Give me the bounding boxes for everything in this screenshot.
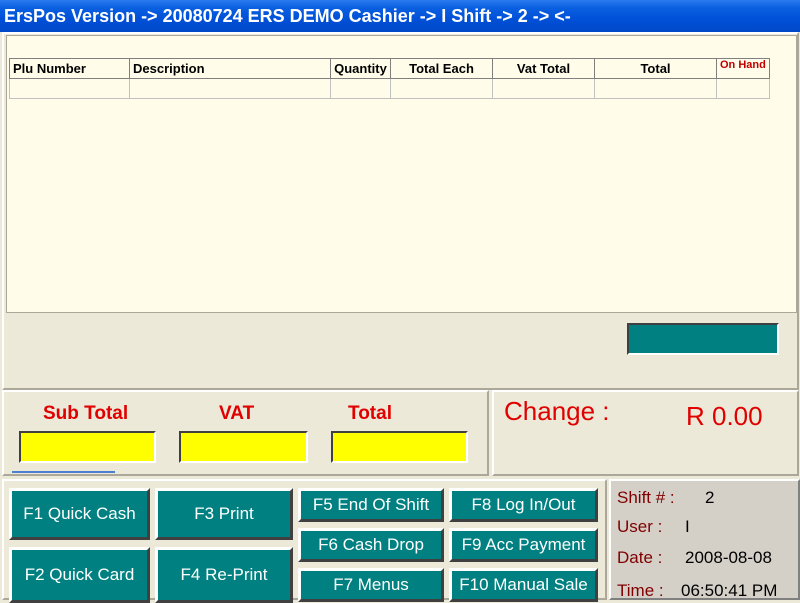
col-plu-number[interactable]: Plu Number bbox=[9, 58, 130, 79]
date-value: 2008-08-08 bbox=[685, 548, 772, 567]
col-total-each[interactable]: Total Each bbox=[390, 58, 493, 79]
shift-label: Shift # : bbox=[617, 488, 675, 507]
window-title: ErsPos Version -> 20080724 ERS DEMO Cash… bbox=[0, 0, 800, 32]
menus-button[interactable]: F7 Menus bbox=[298, 568, 444, 602]
time-label: Time : bbox=[617, 581, 664, 600]
grid-header-row: Plu Number Description Quantity Total Ea… bbox=[9, 58, 770, 79]
time-value: 06:50:41 PM bbox=[681, 581, 778, 600]
cell-total[interactable] bbox=[594, 78, 717, 99]
date-label: Date : bbox=[617, 548, 663, 567]
manual-sale-button[interactable]: F10 Manual Sale bbox=[449, 568, 598, 602]
cell-plu[interactable] bbox=[9, 78, 130, 99]
cash-drop-button[interactable]: F6 Cash Drop bbox=[298, 528, 444, 562]
shift-value: 2 bbox=[705, 488, 715, 507]
user-value: I bbox=[685, 517, 690, 536]
session-info-panel: Shift # : 2 User : I Date : 2008-08-08 T… bbox=[609, 479, 800, 600]
change-value: R 0.00 bbox=[686, 401, 763, 431]
cell-total-each[interactable] bbox=[390, 78, 493, 99]
quick-card-button[interactable]: F2 Quick Card bbox=[9, 547, 150, 603]
vat-field bbox=[179, 431, 308, 463]
table-row[interactable] bbox=[9, 78, 770, 99]
col-description[interactable]: Description bbox=[129, 58, 331, 79]
acc-payment-button[interactable]: F9 Acc Payment bbox=[449, 528, 598, 562]
items-grid-area: Plu Number Description Quantity Total Ea… bbox=[6, 35, 797, 313]
cell-description[interactable] bbox=[129, 78, 331, 99]
progress-underline bbox=[12, 471, 115, 473]
cell-vat-total[interactable] bbox=[492, 78, 595, 99]
log-in-out-button[interactable]: F8 Log In/Out bbox=[449, 488, 598, 522]
total-label: Total bbox=[348, 403, 392, 424]
subtotal-field bbox=[19, 431, 156, 463]
reprint-button[interactable]: F4 Re-Print bbox=[155, 547, 293, 603]
change-label: Change : bbox=[504, 396, 610, 426]
col-vat-total[interactable]: Vat Total bbox=[492, 58, 595, 79]
col-total[interactable]: Total bbox=[594, 58, 717, 79]
vat-label: VAT bbox=[219, 403, 255, 424]
scan-input[interactable] bbox=[627, 323, 779, 355]
items-grid[interactable]: Plu Number Description Quantity Total Ea… bbox=[9, 58, 770, 99]
end-of-shift-button[interactable]: F5 End Of Shift bbox=[298, 488, 444, 522]
user-label: User : bbox=[617, 517, 663, 536]
col-on-hand[interactable]: On Hand bbox=[716, 58, 770, 79]
quick-cash-button[interactable]: F1 Quick Cash bbox=[9, 488, 150, 540]
cell-quantity[interactable] bbox=[330, 78, 391, 99]
cell-on-hand[interactable] bbox=[716, 78, 770, 99]
subtotal-label: Sub Total bbox=[43, 403, 129, 424]
col-quantity[interactable]: Quantity bbox=[330, 58, 391, 79]
total-field bbox=[331, 431, 468, 463]
print-button[interactable]: F3 Print bbox=[155, 488, 293, 540]
